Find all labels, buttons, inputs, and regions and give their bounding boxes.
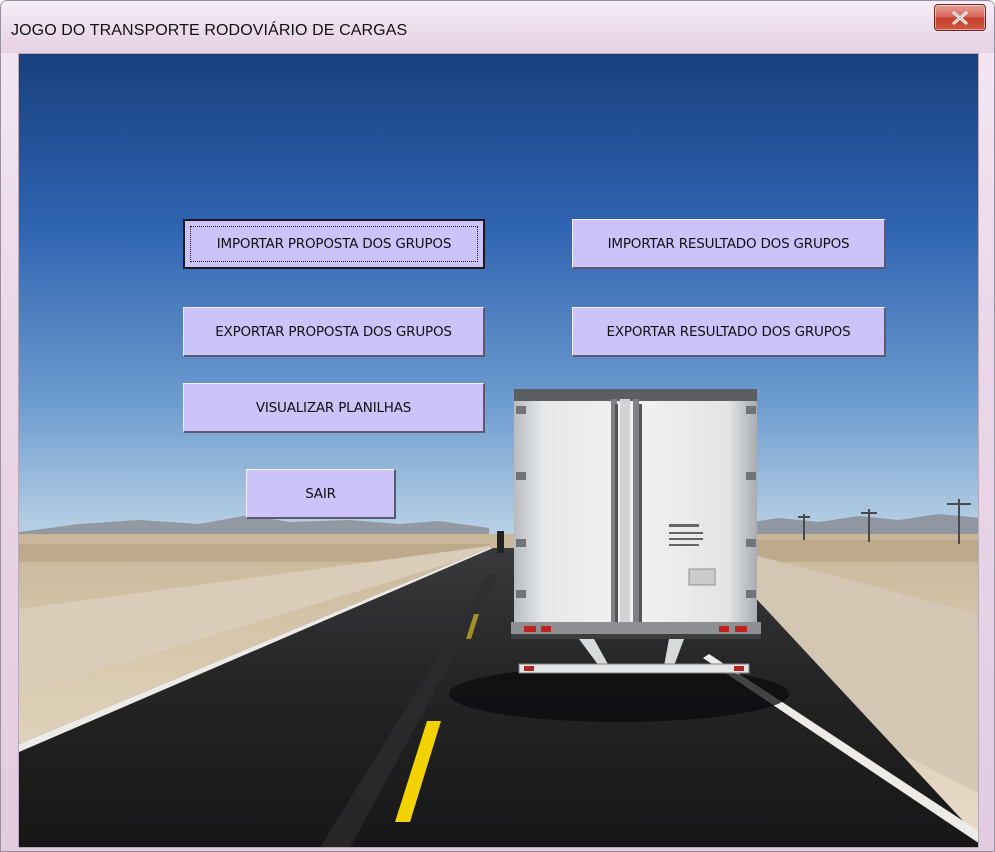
sair-button[interactable]: SAIR (246, 469, 396, 519)
close-button[interactable] (934, 4, 986, 31)
visualizar-planilhas-label: VISUALIZAR PLANILHAS (255, 399, 412, 416)
exportar-proposta-button[interactable]: EXPORTAR PROPOSTA DOS GRUPOS (183, 307, 485, 357)
form-client-area: IMPORTAR PROPOSTA DOS GRUPOS IMPORTAR RE… (18, 53, 979, 848)
app-window: JOGO DO TRANSPORTE RODOVIÁRIO DE CARGAS (0, 0, 995, 852)
importar-resultado-label: IMPORTAR RESULTADO DOS GRUPOS (607, 235, 850, 252)
exportar-proposta-label: EXPORTAR PROPOSTA DOS GRUPOS (215, 323, 452, 340)
title-bar[interactable]: JOGO DO TRANSPORTE RODOVIÁRIO DE CARGAS (1, 1, 994, 53)
importar-proposta-button[interactable]: IMPORTAR PROPOSTA DOS GRUPOS (183, 219, 485, 269)
exportar-resultado-button[interactable]: EXPORTAR RESULTADO DOS GRUPOS (572, 307, 886, 357)
importar-proposta-label: IMPORTAR PROPOSTA DOS GRUPOS (216, 236, 452, 252)
exportar-resultado-label: EXPORTAR RESULTADO DOS GRUPOS (606, 323, 851, 340)
sair-label: SAIR (305, 485, 336, 502)
window-title: JOGO DO TRANSPORTE RODOVIÁRIO DE CARGAS (11, 22, 408, 39)
close-x-icon (952, 11, 968, 24)
highway-truck-background-image (19, 54, 978, 847)
visualizar-planilhas-button[interactable]: VISUALIZAR PLANILHAS (183, 383, 485, 433)
importar-resultado-button[interactable]: IMPORTAR RESULTADO DOS GRUPOS (572, 219, 886, 269)
